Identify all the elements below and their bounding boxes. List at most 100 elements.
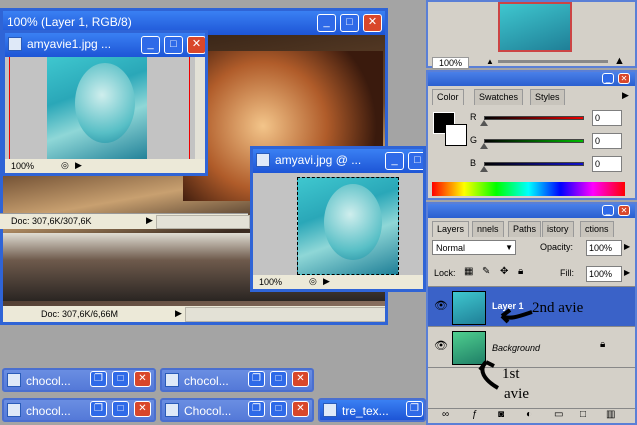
tab-swatches[interactable]: Swatches bbox=[474, 89, 524, 105]
chevron-down-icon: ▼ bbox=[505, 243, 513, 252]
restore-button[interactable]: ❐ bbox=[406, 401, 423, 417]
slider-handle-icon[interactable] bbox=[480, 120, 488, 126]
minimize-button[interactable]: _ bbox=[602, 205, 614, 216]
panel-menu-icon[interactable]: ▶ bbox=[622, 90, 629, 101]
minimized-window[interactable]: Chocol... ❐ □ ✕ bbox=[160, 398, 314, 422]
maximize-button[interactable]: □ bbox=[340, 14, 359, 32]
minimize-button[interactable]: _ bbox=[385, 152, 404, 170]
opacity-arrow-icon[interactable]: ▶ bbox=[624, 242, 630, 251]
maximize-button[interactable]: □ bbox=[270, 401, 287, 417]
tab-history[interactable]: istory bbox=[542, 221, 574, 237]
main-horizontal-scrollbar[interactable] bbox=[185, 307, 385, 322]
channel-g-value[interactable]: 0 bbox=[592, 133, 622, 149]
nav-icon[interactable]: ◎ bbox=[309, 276, 317, 287]
amyavi-zoom[interactable]: 100% bbox=[259, 277, 282, 287]
navigator-panel: 100% ▲ ▲ bbox=[426, 0, 637, 69]
adjustment-icon[interactable]: ◐ bbox=[526, 409, 532, 420]
restore-button[interactable]: ❐ bbox=[90, 401, 107, 417]
tab-actions[interactable]: ctions bbox=[580, 221, 614, 237]
fill-arrow-icon[interactable]: ▶ bbox=[624, 268, 630, 277]
opacity-value[interactable]: 100% bbox=[586, 240, 622, 256]
channel-b-value[interactable]: 0 bbox=[592, 156, 622, 172]
folder-icon[interactable]: ▭ bbox=[554, 409, 563, 420]
navigator-zoom-slider[interactable] bbox=[498, 60, 608, 63]
lock-paint-icon[interactable]: ✎ bbox=[482, 266, 490, 277]
main-window-title: 100% (Layer 1, RGB/8) bbox=[7, 15, 132, 29]
status-arrow-icon[interactable]: ▶ bbox=[175, 308, 182, 319]
nav-icon[interactable]: ◎ bbox=[61, 160, 69, 171]
amyavie1-vertical-scrollbar[interactable] bbox=[195, 57, 205, 161]
minimized-window[interactable]: chocol... ❐ □ ✕ bbox=[2, 368, 156, 392]
layer-style-icon[interactable]: ƒ bbox=[472, 409, 478, 420]
amyavie1-window[interactable]: amyavie1.jpg ... _ □ ✕ 100% ◎ ▶ bbox=[2, 30, 208, 176]
slider-handle-icon[interactable] bbox=[480, 166, 488, 172]
eye-icon[interactable]: 👁︎ bbox=[434, 339, 448, 352]
amyavie1-zoom[interactable]: 100% bbox=[11, 161, 34, 171]
strip-scrollbar[interactable] bbox=[156, 215, 250, 229]
restore-button[interactable]: ❐ bbox=[248, 401, 265, 417]
channel-r-value[interactable]: 0 bbox=[592, 110, 622, 126]
annotation-second: 2nd avie bbox=[532, 300, 584, 316]
close-button[interactable]: ✕ bbox=[618, 73, 630, 84]
lock-move-icon[interactable]: ✥ bbox=[500, 266, 508, 277]
arrow-icon[interactable]: ▶ bbox=[75, 160, 82, 171]
mask-icon[interactable]: ◙ bbox=[498, 409, 504, 420]
color-spectrum-bar[interactable] bbox=[432, 182, 625, 196]
amyavi-canvas[interactable] bbox=[253, 173, 423, 275]
amyavie1-canvas[interactable] bbox=[5, 57, 195, 161]
close-button[interactable]: ✕ bbox=[187, 36, 205, 54]
slider-handle-icon[interactable] bbox=[480, 143, 488, 149]
navigator-zoom[interactable]: 100% bbox=[432, 57, 470, 69]
close-button[interactable]: ✕ bbox=[292, 371, 309, 387]
minimized-window[interactable]: tre_tex... ❐ bbox=[318, 398, 426, 422]
tab-channels[interactable]: nnels bbox=[472, 221, 504, 237]
maximize-button[interactable]: □ bbox=[270, 371, 287, 387]
mountain-small-icon[interactable]: ▲ bbox=[486, 57, 494, 66]
channel-g-slider[interactable] bbox=[484, 139, 584, 143]
minimized-window-title: chocol... bbox=[26, 374, 71, 388]
minimize-button[interactable]: _ bbox=[141, 36, 160, 54]
blend-mode-select[interactable]: Normal ▼ bbox=[432, 240, 516, 255]
maximize-button[interactable]: □ bbox=[112, 401, 129, 417]
document-icon bbox=[7, 403, 21, 417]
lock-transparency-icon[interactable]: ▦ bbox=[464, 266, 473, 277]
restore-button[interactable]: ❐ bbox=[248, 371, 265, 387]
minimized-window[interactable]: chocol... ❐ □ ✕ bbox=[160, 368, 314, 392]
channel-r-slider[interactable] bbox=[484, 116, 584, 120]
close-button[interactable]: ✕ bbox=[618, 205, 630, 216]
minimize-button[interactable]: _ bbox=[317, 14, 336, 32]
maximize-button[interactable]: □ bbox=[408, 152, 423, 170]
maximize-button[interactable]: □ bbox=[112, 371, 129, 387]
tab-paths[interactable]: Paths bbox=[508, 221, 542, 237]
close-button[interactable]: ✕ bbox=[134, 401, 151, 417]
maximize-button[interactable]: □ bbox=[164, 36, 183, 54]
minimized-window-title: Chocol... bbox=[184, 404, 232, 418]
close-button[interactable]: ✕ bbox=[363, 14, 382, 32]
annotation-first-line2: avie bbox=[504, 386, 529, 402]
link-icon[interactable]: ∞ bbox=[442, 409, 449, 420]
strip-arrow-icon[interactable]: ▶ bbox=[146, 215, 153, 226]
mountain-large-icon[interactable]: ▲ bbox=[614, 55, 625, 67]
minimize-button[interactable]: _ bbox=[602, 73, 614, 84]
background-swatch[interactable] bbox=[445, 124, 467, 146]
close-button[interactable]: ✕ bbox=[292, 401, 309, 417]
tab-color[interactable]: Color bbox=[432, 89, 464, 105]
amyavie1-titlebar[interactable]: amyavie1.jpg ... _ □ ✕ bbox=[5, 33, 205, 57]
document-icon bbox=[8, 37, 22, 51]
eye-icon[interactable]: 👁︎ bbox=[434, 299, 448, 312]
arrow-icon[interactable]: ▶ bbox=[323, 276, 330, 287]
trash-icon[interactable]: ▥ bbox=[606, 409, 615, 420]
secondary-strip: Doc: 307,6K/307,6K ▶ bbox=[0, 213, 250, 229]
fill-value[interactable]: 100% bbox=[586, 266, 622, 282]
tab-layers[interactable]: Layers bbox=[432, 221, 470, 237]
opacity-label: Opacity: bbox=[540, 242, 574, 252]
restore-button[interactable]: ❐ bbox=[90, 371, 107, 387]
lock-all-icon[interactable]: 🔒︎ bbox=[518, 266, 523, 277]
channel-b-slider[interactable] bbox=[484, 162, 584, 166]
new-layer-icon[interactable]: □ bbox=[580, 409, 586, 420]
tab-styles[interactable]: Styles bbox=[530, 89, 565, 105]
close-button[interactable]: ✕ bbox=[134, 371, 151, 387]
amyavi-titlebar[interactable]: amyavi.jpg @ ... _ □ bbox=[253, 149, 423, 173]
amyavi-window[interactable]: amyavi.jpg @ ... _ □ 100% ◎ ▶ bbox=[250, 146, 426, 292]
minimized-window[interactable]: chocol... ❐ □ ✕ bbox=[2, 398, 156, 422]
